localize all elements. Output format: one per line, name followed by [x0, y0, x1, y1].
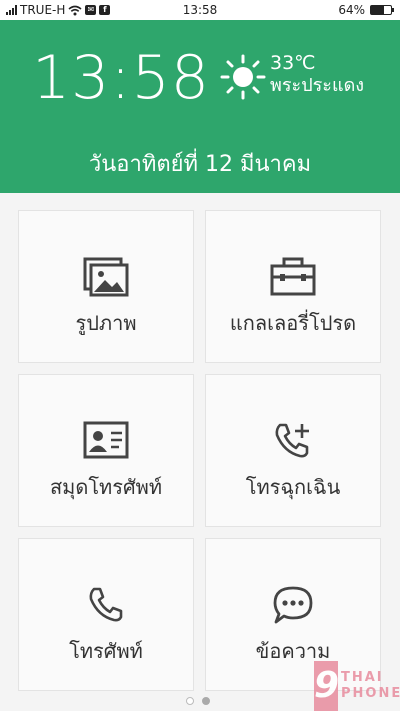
tile-emergency-call[interactable]: โทรฉุกเฉิน	[205, 374, 381, 527]
battery-icon	[370, 5, 394, 15]
page-indicator	[186, 697, 210, 705]
header-panel: 13:58 33℃ พระประแดง วันอาทิตย์ที่ 12 มีน…	[0, 20, 400, 193]
app-grid: รูปภาพ แกลเลอรี่โปรด สมุดโทรศัพท์ โทรฉุก…	[18, 210, 382, 691]
weather-location: พระประแดง	[270, 75, 365, 96]
status-bar: TRUE-H ✉ f 13:58 64%	[0, 0, 400, 20]
clock[interactable]: 13:58	[32, 46, 210, 110]
message-icon	[273, 586, 313, 624]
toolbox-icon	[270, 257, 316, 296]
watermark-nine: 9	[314, 661, 339, 711]
photos-icon	[83, 257, 129, 297]
sun-icon	[220, 54, 266, 100]
wifi-icon	[68, 5, 82, 15]
tile-label: โทรฉุกเฉิน	[245, 475, 341, 499]
tile-label: โทรศัพท์	[69, 639, 143, 663]
tile-contacts[interactable]: สมุดโทรศัพท์	[18, 374, 194, 527]
email-icon: ✉	[85, 5, 97, 15]
watermark-line2: PHONE	[341, 686, 400, 701]
page-dot[interactable]	[186, 697, 194, 705]
watermark-line1: THAI	[341, 670, 384, 685]
watermark-logo: 9 THAI PHONE	[314, 661, 400, 711]
tile-favorite-gallery[interactable]: แกลเลอรี่โปรด	[205, 210, 381, 363]
emergency-call-icon	[275, 423, 309, 458]
date-label: วันอาทิตย์ที่ 12 มีนาคม	[88, 152, 312, 177]
signal-icon	[6, 5, 17, 15]
battery-percent: 64%	[338, 3, 365, 17]
page-dot-current[interactable]	[202, 697, 210, 705]
carrier-name: TRUE-H	[20, 3, 66, 17]
temperature: 33℃	[270, 52, 316, 74]
tile-photos[interactable]: รูปภาพ	[18, 210, 194, 363]
contact-card-icon	[83, 421, 129, 459]
facebook-icon: f	[99, 5, 111, 15]
phone-icon	[89, 587, 123, 622]
tile-label: แกลเลอรี่โปรด	[229, 311, 357, 335]
tile-phone[interactable]: โทรศัพท์	[18, 538, 194, 691]
tile-label: รูปภาพ	[75, 311, 137, 335]
weather-widget[interactable]: 33℃ พระประแดง	[220, 52, 364, 100]
tile-label: สมุดโทรศัพท์	[49, 475, 163, 499]
